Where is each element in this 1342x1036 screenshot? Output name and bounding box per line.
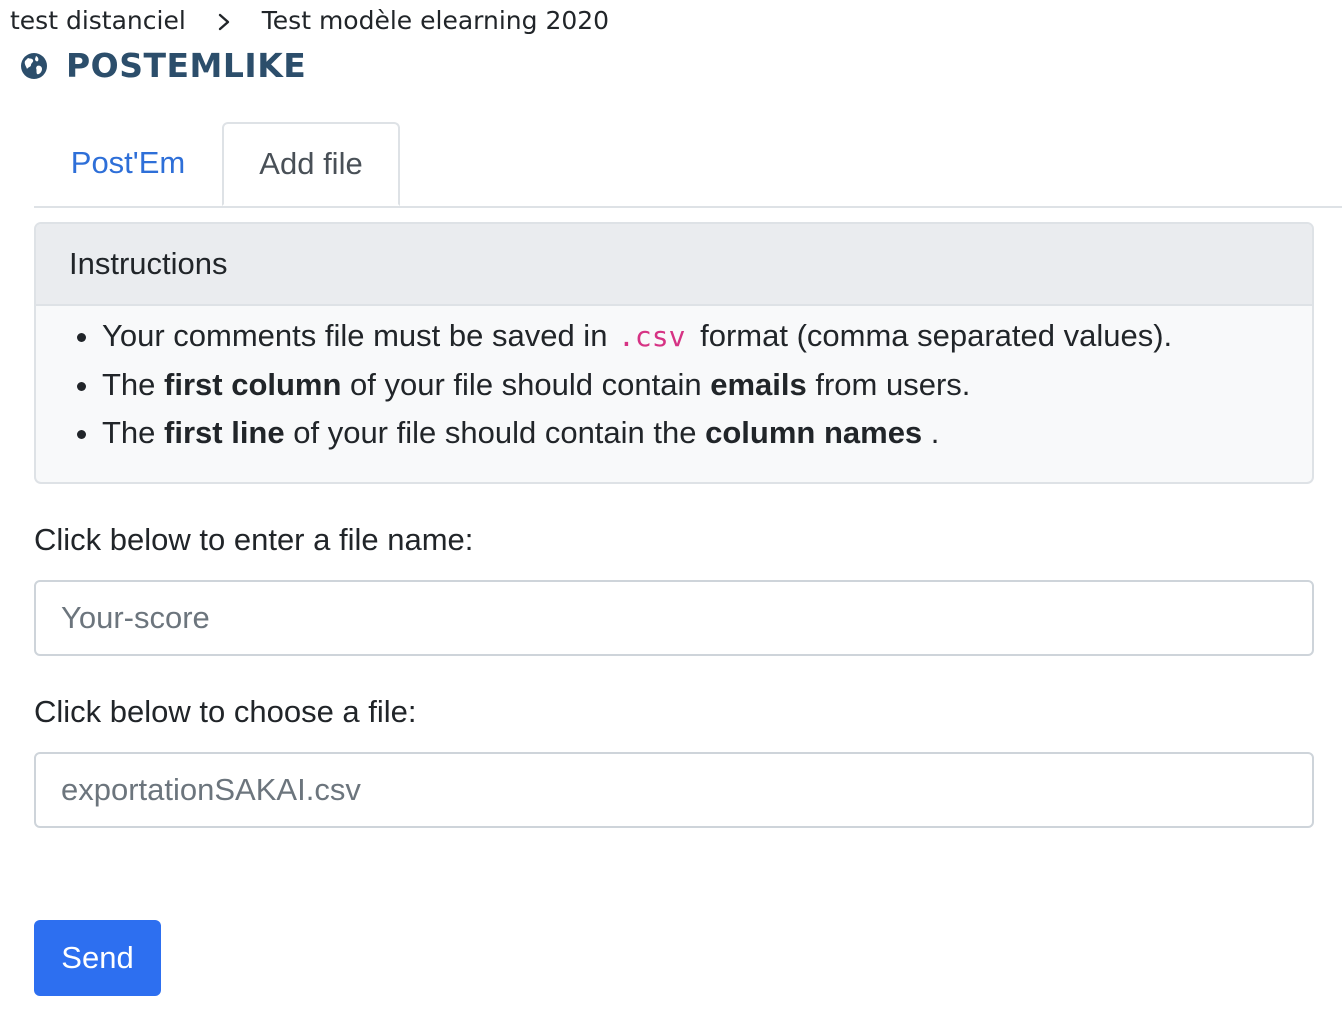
- instructions-body: Your comments file must be saved in .csv…: [36, 306, 1312, 457]
- instruction-text: .: [922, 415, 940, 450]
- instructions-header: Instructions: [36, 224, 1312, 306]
- instruction-text: Your comments file must be saved in: [102, 318, 617, 353]
- instruction-text: of your file should contain: [341, 367, 711, 402]
- chevron-right-icon: [218, 13, 229, 30]
- tool-header: POSTEMLIKE: [20, 46, 306, 85]
- page: test distanciel Test modèle elearning 20…: [0, 0, 1342, 1036]
- instruction-text: from users.: [806, 367, 971, 402]
- csv-code: .csv: [618, 320, 686, 353]
- instruction-item-format: Your comments file must be saved in .csv…: [102, 312, 1312, 361]
- instruction-bold: first column: [164, 367, 342, 402]
- tab-postem[interactable]: Post'Em: [34, 122, 222, 204]
- instruction-text: format (comma separated values).: [691, 318, 1173, 353]
- instruction-text: The: [102, 415, 165, 450]
- breadcrumb-item-site[interactable]: test distanciel: [10, 6, 186, 35]
- instruction-item-line: The first line of your file should conta…: [102, 409, 1312, 457]
- breadcrumb-item-course[interactable]: Test modèle elearning 2020: [262, 6, 609, 35]
- file-name-label: Click below to enter a file name:: [34, 522, 474, 557]
- instruction-text: The: [102, 367, 165, 402]
- tab-bar: Post'Em Add file: [34, 122, 1342, 208]
- instructions-list: Your comments file must be saved in .csv…: [36, 312, 1312, 457]
- file-choose-label: Click below to choose a file:: [34, 694, 417, 729]
- breadcrumb: test distanciel Test modèle elearning 20…: [10, 6, 609, 35]
- globe-icon: [21, 52, 47, 79]
- file-chooser[interactable]: exportationSAKAI.csv: [34, 752, 1314, 828]
- instruction-bold: first line: [164, 415, 285, 450]
- tool-title: POSTEMLIKE: [66, 46, 307, 85]
- instruction-bold: column names: [705, 415, 923, 450]
- send-button[interactable]: Send: [34, 920, 161, 996]
- file-name-input[interactable]: [34, 580, 1314, 656]
- instruction-item-column: The first column of your file should con…: [102, 361, 1312, 409]
- tab-add-file[interactable]: Add file: [222, 122, 400, 206]
- instructions-card: Instructions Your comments file must be …: [34, 222, 1314, 484]
- instruction-text: of your file should contain the: [284, 415, 706, 450]
- instruction-bold: emails: [710, 367, 807, 402]
